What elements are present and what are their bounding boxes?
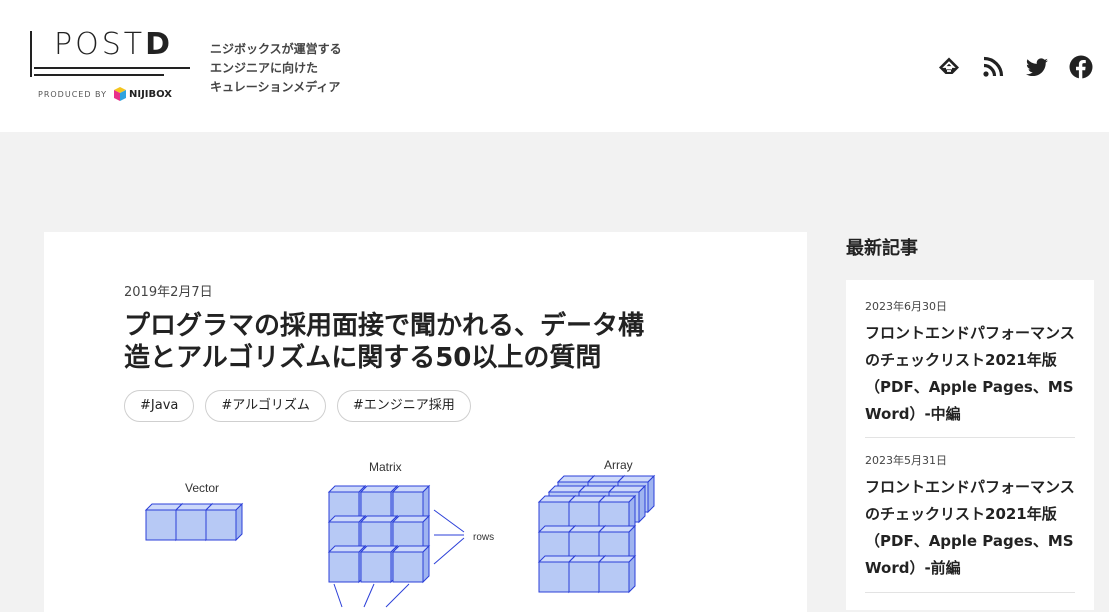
twitter-icon[interactable] [1025,55,1049,79]
tag-engineer-hiring[interactable]: #エンジニア採用 [336,390,471,422]
list-item[interactable]: 2023年5月31日 フロントエンドパフォーマンスのチェックリスト2021年版（… [865,452,1075,582]
list-item-date: 2023年6月30日 [865,300,947,313]
produced-by-label: PRODUCED BY [38,90,107,99]
tag-java[interactable]: #Java [124,390,195,422]
latest-articles-heading: 最新記事 [846,238,918,259]
article-tags: #Java #アルゴリズム #エンジニア採用 [124,390,471,422]
list-item-title[interactable]: フロントエンドパフォーマンスのチェックリスト2021年版（PDF、Apple P… [865,320,1075,428]
logo-line [34,67,190,69]
list-item-date: 2023年5月31日 [865,454,947,467]
site-header: POSTD PRODUCED BY NIJIBOX ニジボックスが運営する エン… [0,0,1109,132]
rss-icon[interactable] [981,55,1005,79]
vector-diagram [145,503,243,541]
array-diagram [538,475,655,593]
site-tagline: ニジボックスが運営する エンジニアに向けた キュレーションメディア [210,42,342,94]
article-hero-figure: Vector Matrix rows Array [145,458,655,608]
list-item-title[interactable]: フロントエンドパフォーマンスのチェックリスト2021年版（PDF、Apple P… [865,474,1075,582]
article-title[interactable]: プログラマの採用面接で聞かれる、データ構 造とアルゴリズムに関する50以上の質問 [124,310,744,374]
matrix-diagram [328,485,430,583]
social-links [937,55,1093,79]
article-card: 2019年2月7日 プログラマの採用面接で聞かれる、データ構 造とアルゴリズムに… [44,232,807,612]
nijibox-logo-icon [114,87,126,101]
list-item[interactable]: 2023年6月30日 フロントエンドパフォーマンスのチェックリスト2021年版（… [865,298,1075,428]
logo-line [34,74,164,76]
logo-bar [30,31,32,77]
matrix-label: Matrix [369,460,402,474]
array-label: Array [604,458,633,472]
nijibox-brand: NIJIBOX [114,87,172,101]
article-date: 2019年2月7日 [124,285,213,300]
facebook-icon[interactable] [1069,55,1093,79]
latest-articles-list: 2023年6月30日 フロントエンドパフォーマンスのチェックリスト2021年版（… [846,280,1094,610]
site-logo[interactable]: POSTD PRODUCED BY NIJIBOX [30,27,192,105]
tag-algorithm[interactable]: #アルゴリズム [205,390,326,422]
logo-wordmark: POSTD [54,27,173,62]
vector-label: Vector [185,481,219,495]
divider [865,437,1075,438]
divider [865,592,1075,593]
rows-label: rows [473,532,494,543]
feedly-icon[interactable] [937,55,961,79]
